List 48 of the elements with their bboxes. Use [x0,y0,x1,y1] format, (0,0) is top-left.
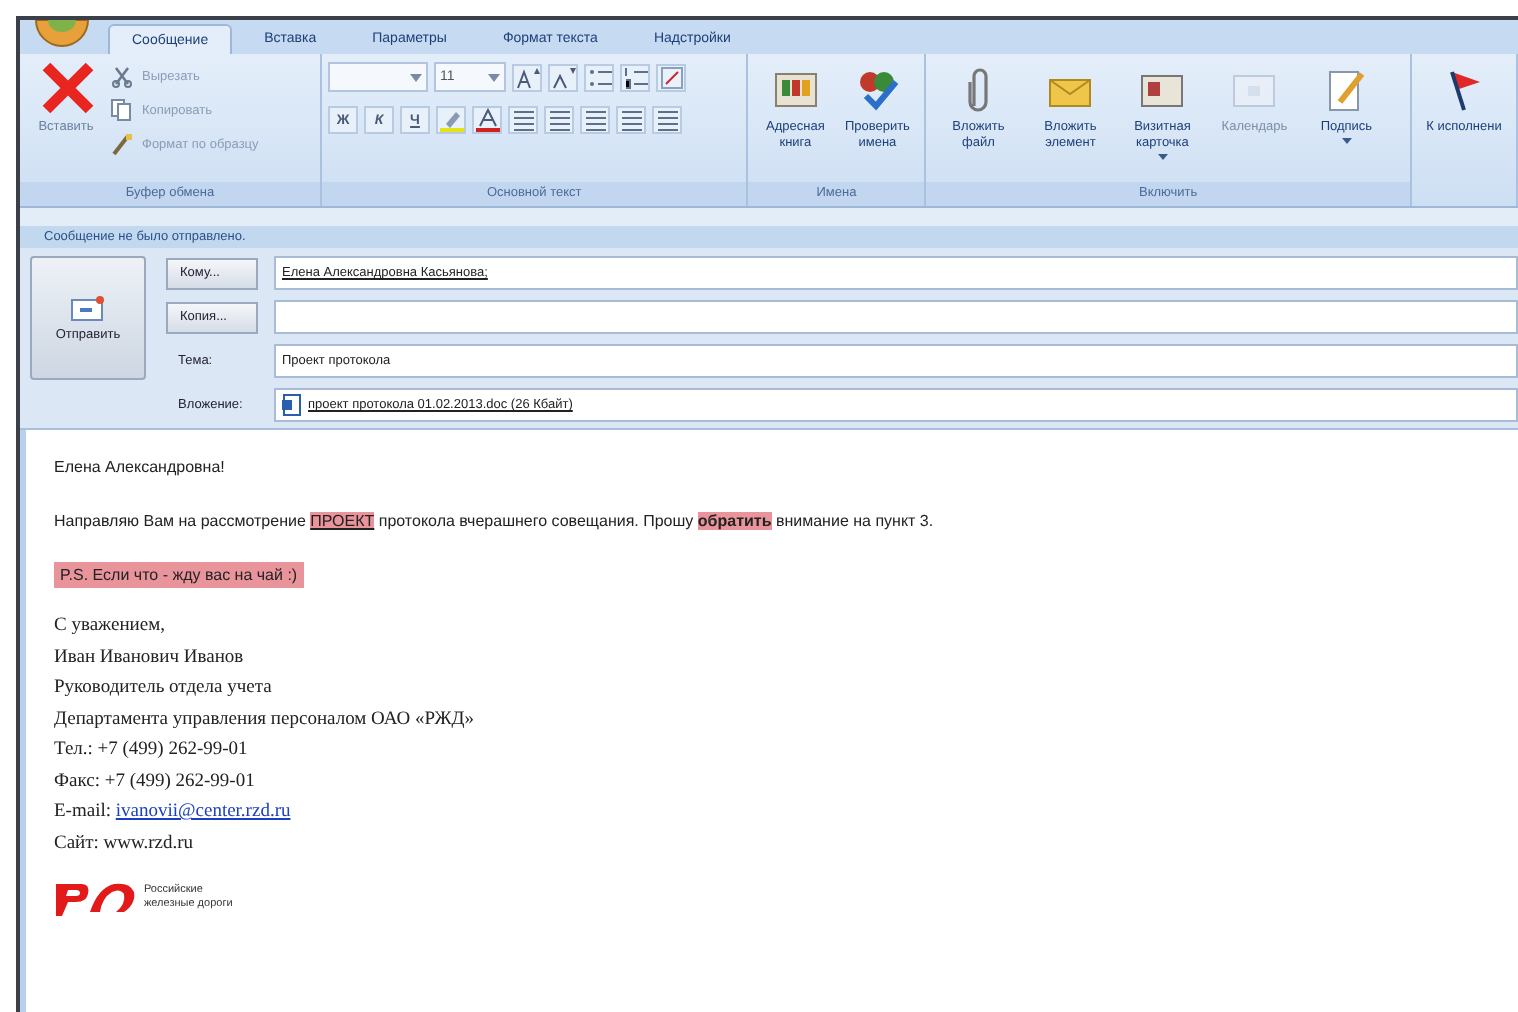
signature-line: Иван Иванович Иванов [54,645,246,671]
office-orb-icon [32,20,92,48]
cc-field[interactable] [274,300,1518,334]
numbered-list-icon [623,65,648,89]
dropdown-arrow-icon [410,73,423,81]
toolbar-button[interactable] [656,63,687,91]
grow-font-icon [515,65,540,89]
postscript-text: P.S. Если что - жду вас на чай :) [54,562,304,588]
indent-icon [655,108,680,132]
toolbar-button[interactable] [472,106,503,134]
signature-line: Департамента управления персоналом ОАО «РЖД» [54,707,476,733]
toolbar-button[interactable] [652,106,683,134]
message-paragraph: Направляю Вам на рассмотрение ПРОЕКТ протокола вчерашнего совещания. Прошу обратить внимание на пункт 3. [54,512,936,530]
copy-icon [110,98,134,122]
font-name-field[interactable] [328,62,429,92]
send-envelope-icon [70,295,106,321]
highlight-icon [439,108,464,132]
signature-line: С уважением, [54,614,167,640]
align-left-icon [511,108,536,132]
cancel-cross-icon [40,60,96,116]
dropdown-arrow-icon [488,73,501,81]
signature-line: E-mail: [54,802,113,822]
toolbar-button[interactable] [620,63,651,91]
toolbar-button[interactable] [544,106,575,134]
toolbar-button[interactable] [616,106,647,134]
signature-line: Тел.: +7 (499) 262-99-01 [54,738,250,764]
email-link[interactable]: ivanovii@center.rzd.ru [115,802,291,822]
toolbar-button[interactable] [584,63,615,91]
bulleted-list-icon [587,65,612,89]
document-icon [282,394,302,416]
signature-line: Факс: +7 (499) 262-99-01 [54,769,257,795]
scissors-icon [110,64,134,88]
brush-icon [110,132,134,156]
toolbar-button[interactable] [580,106,611,134]
toolbar-button[interactable] [548,63,579,91]
greeting-text: Елена Александровна! [54,458,227,476]
signature-line: Руководитель отдела учета [54,676,274,702]
font-color-icon [475,108,500,132]
signature-line: Сайт: www.rzd.ru [54,831,196,857]
shrink-font-icon [551,65,576,89]
dropdown-arrow-icon [1157,154,1168,160]
align-center-icon [547,108,572,132]
align-right-icon [583,108,608,132]
outdent-icon [619,108,644,132]
clear-format-icon [659,65,684,89]
toolbar-button[interactable] [508,106,539,134]
toolbar-button[interactable] [512,63,543,91]
dropdown-arrow-icon [1341,138,1352,144]
